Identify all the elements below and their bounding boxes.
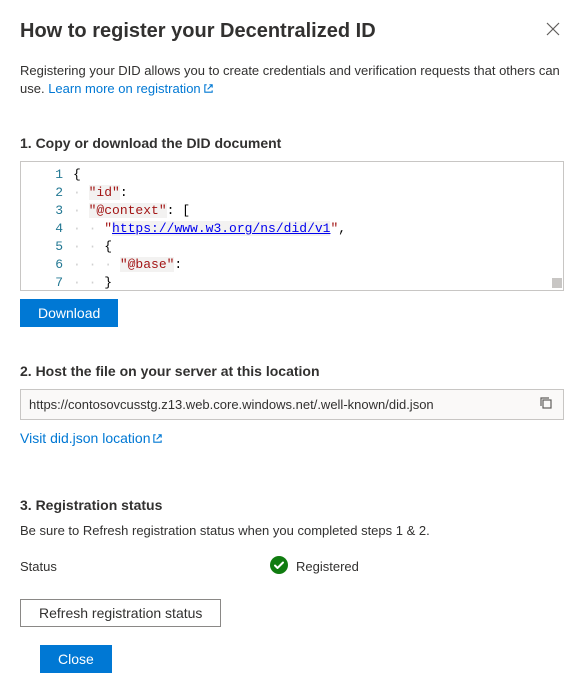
close-footer-button[interactable]: Close <box>40 645 112 673</box>
step3-heading: 3. Registration status <box>20 497 564 513</box>
status-label: Status <box>20 559 270 574</box>
code-content: { · "id": · "@context": [ · · "https://w… <box>73 162 563 290</box>
host-url-field: https://contosovcusstg.z13.web.core.wind… <box>20 389 564 420</box>
close-icon <box>546 24 560 39</box>
visit-didjson-link[interactable]: Visit did.json location <box>20 430 163 446</box>
step2-heading: 2. Host the file on your server at this … <box>20 363 564 379</box>
intro-text: Registering your DID allows you to creat… <box>20 62 564 99</box>
copy-url-button[interactable] <box>537 394 555 415</box>
dialog-title: How to register your Decentralized ID <box>20 18 376 44</box>
external-link-icon <box>152 431 163 447</box>
did-document-code[interactable]: 1 2 3 4 5 6 7 { · "id": · "@context": [ … <box>20 161 564 291</box>
scrollbar-thumb[interactable] <box>552 278 562 288</box>
learn-more-link-label: Learn more on registration <box>48 81 200 96</box>
download-button[interactable]: Download <box>20 299 118 327</box>
copy-icon <box>539 398 553 413</box>
code-gutter: 1 2 3 4 5 6 7 <box>21 162 73 290</box>
visit-didjson-label: Visit did.json location <box>20 430 150 446</box>
external-link-icon <box>203 81 214 99</box>
step3-description: Be sure to Refresh registration status w… <box>20 523 564 538</box>
learn-more-link[interactable]: Learn more on registration <box>48 81 213 96</box>
refresh-status-button[interactable]: Refresh registration status <box>20 599 221 627</box>
success-check-icon <box>270 556 288 577</box>
close-button[interactable] <box>542 18 564 43</box>
status-value: Registered <box>296 559 359 574</box>
host-url-text: https://contosovcusstg.z13.web.core.wind… <box>29 397 537 412</box>
step1-heading: 1. Copy or download the DID document <box>20 135 564 151</box>
